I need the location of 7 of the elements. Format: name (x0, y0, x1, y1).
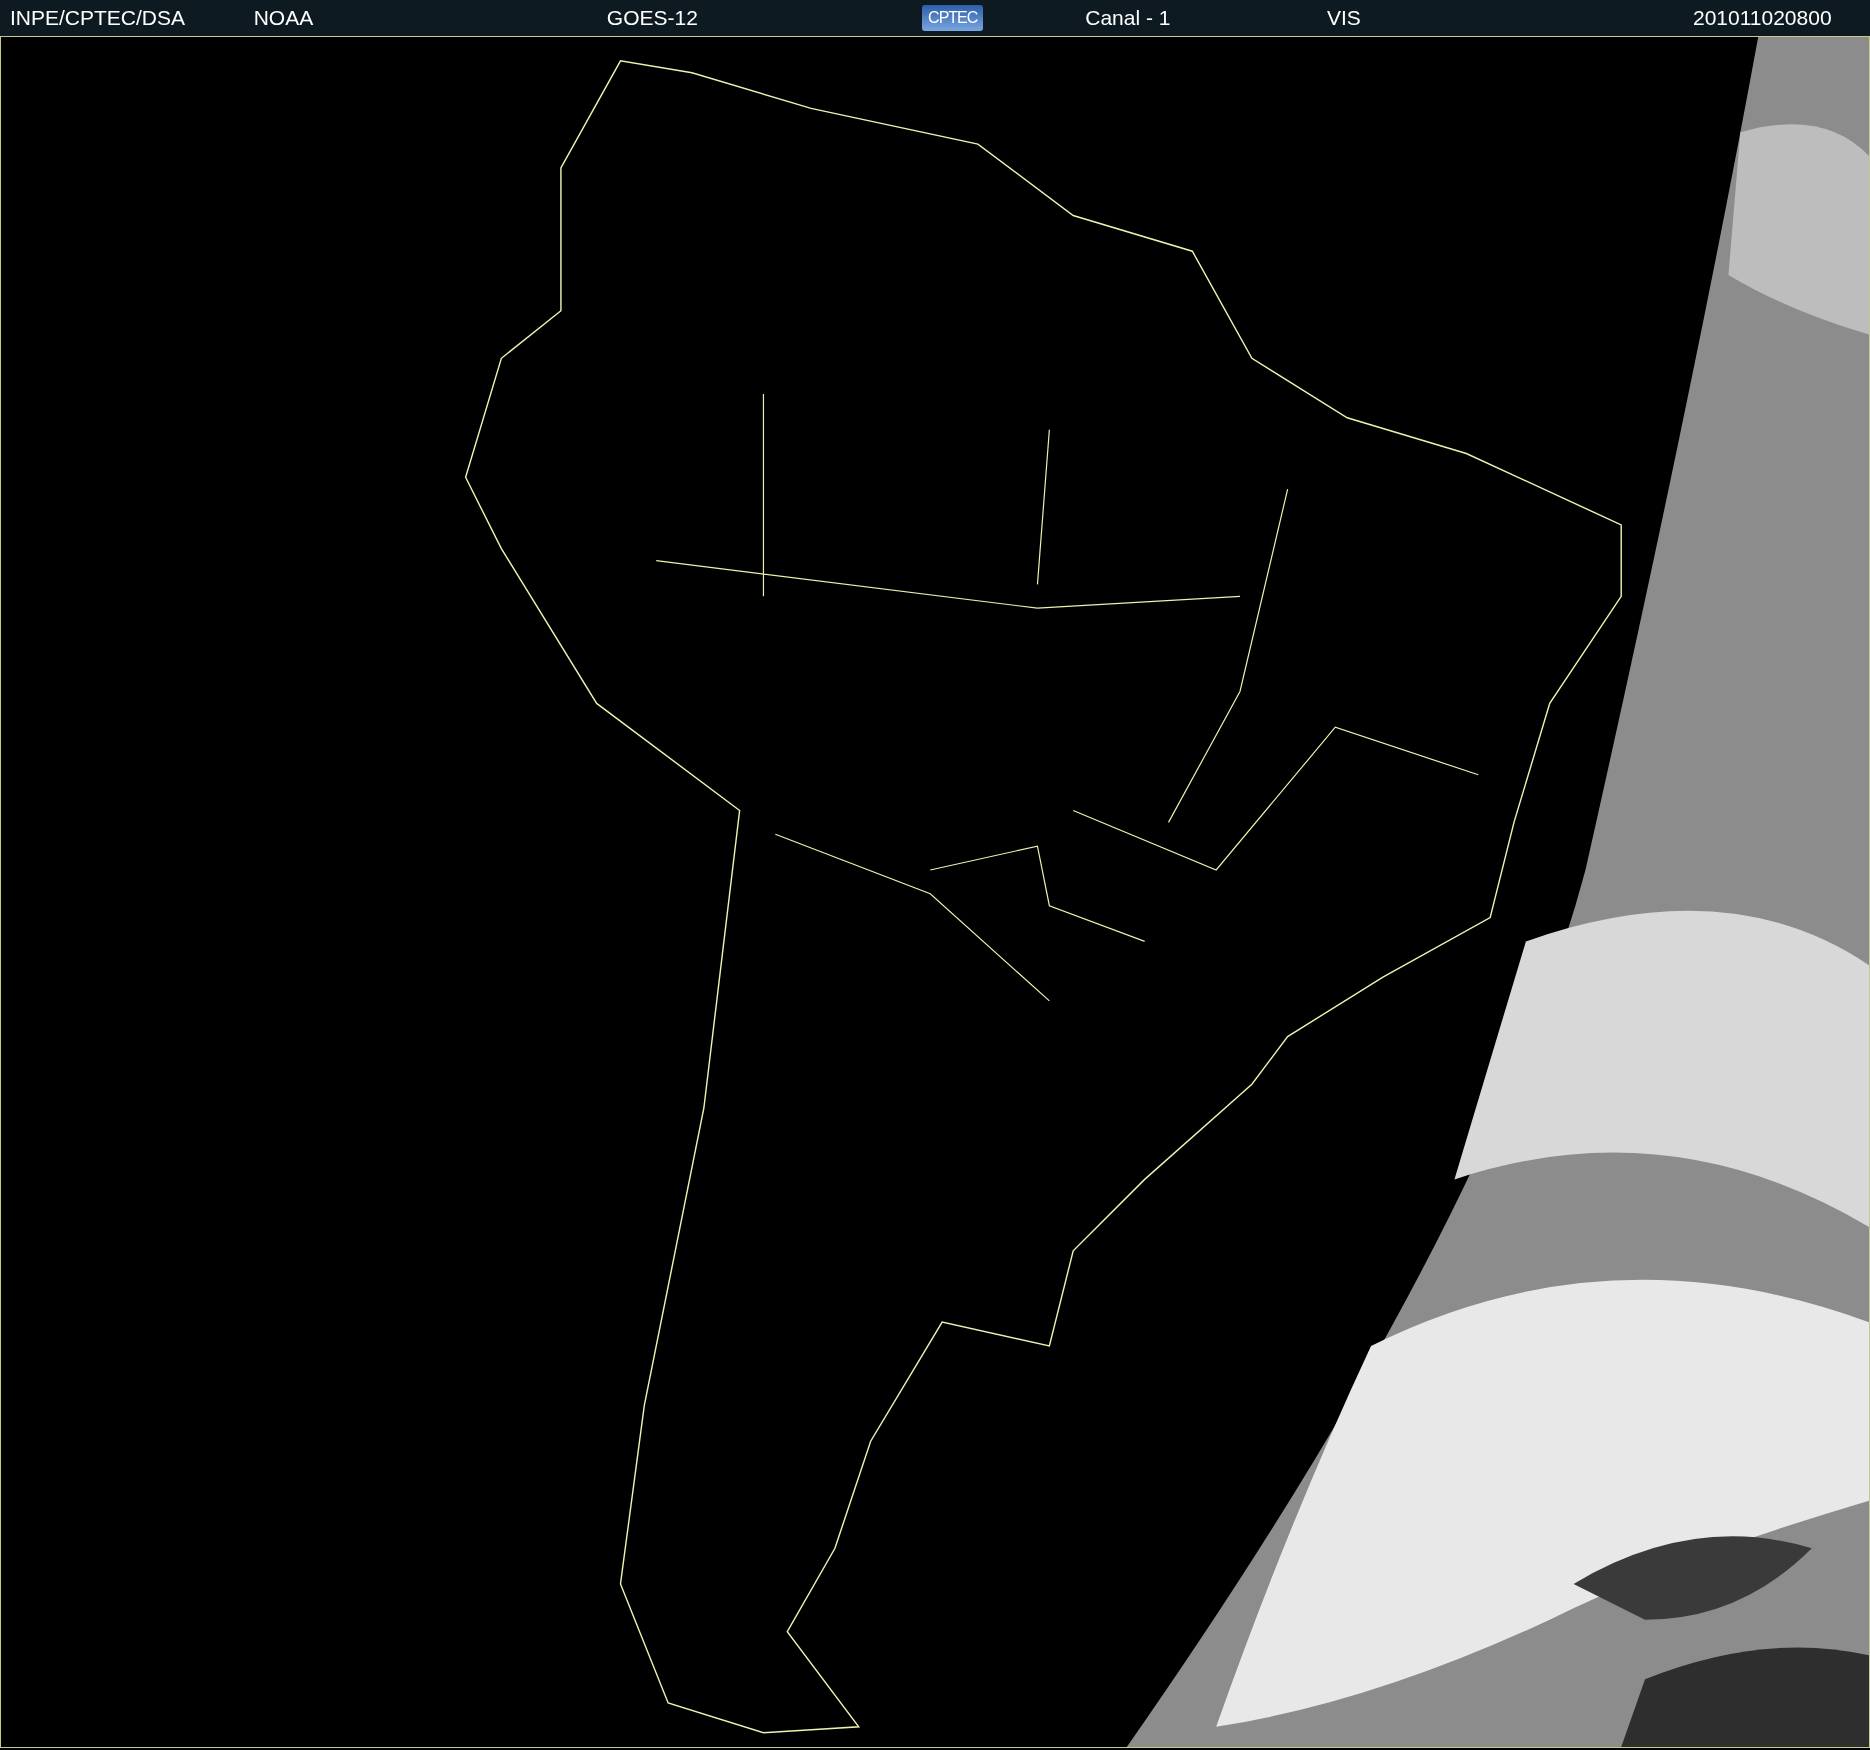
logo-badge: CPTEC (922, 5, 984, 31)
header-label: GOES-12 (606, 6, 698, 30)
header-label: VIS (1326, 6, 1361, 30)
header-label: INPE/CPTEC/DSA (10, 6, 186, 30)
header-label: NOAA (253, 6, 314, 30)
header-label: 201011020800 (1692, 6, 1832, 30)
header-label: Canal - 1 (1085, 6, 1171, 30)
